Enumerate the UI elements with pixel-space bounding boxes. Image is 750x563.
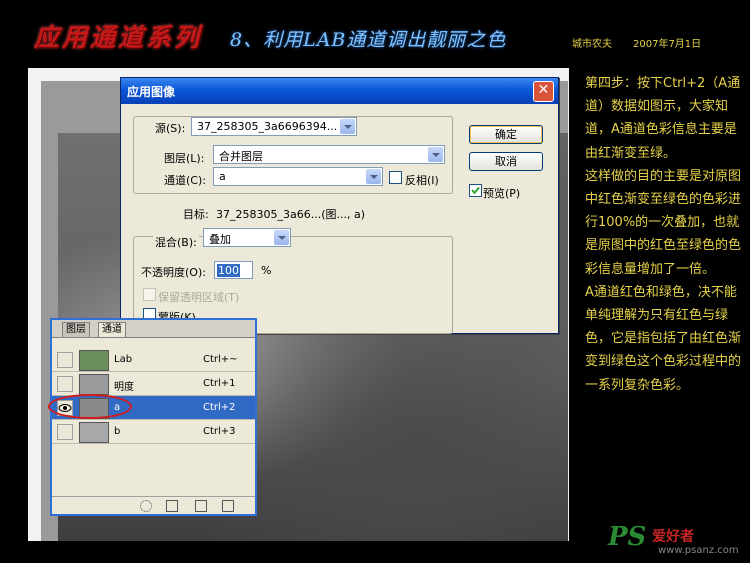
layer-value: 合并图层: [219, 150, 263, 163]
site-name: 爱好者: [652, 529, 694, 545]
explanation-text: 第四步：按下Ctrl+2（A通道）数据如图示，大家知道，A通道色彩信息主要是由红…: [585, 72, 745, 397]
opacity-label: 不透明度(O):: [141, 266, 206, 279]
publish-date: 2007年7月1日: [633, 39, 702, 50]
channel-label: 通道(C):: [164, 174, 206, 187]
chevron-down-icon: [366, 169, 381, 184]
invert-label: 反相(I): [405, 174, 439, 187]
channel-name: Lab: [114, 354, 133, 365]
visibility-toggle[interactable]: [57, 424, 73, 440]
site-logo: PS: [608, 522, 647, 552]
panel-tabs: 图层 通道: [52, 320, 255, 338]
step-paragraph-2: 这样做的目的主要是对原图中红色渐变至绿色的色彩进行100%的一次叠加，也就是原图…: [585, 168, 742, 277]
channel-row-b[interactable]: b Ctrl+3: [52, 420, 255, 444]
series-title: 应用通道系列: [34, 23, 203, 52]
channel-shortcut: Ctrl+2: [203, 402, 236, 413]
channel-thumbnail: [79, 422, 109, 443]
channel-value: a: [219, 170, 226, 183]
tab-layers[interactable]: 图层: [62, 322, 90, 337]
source-value: 37_258305_3a6696394...: [197, 120, 338, 133]
step-paragraph-3: A通道红色和绿色，决不能单纯理解为只有红色与绿色，它是指包括了由红色渐变到绿色这…: [585, 284, 742, 393]
preview-label: 预览(P): [483, 187, 521, 200]
channel-shortcut: Ctrl+1: [203, 378, 236, 389]
opacity-input[interactable]: 100: [214, 261, 253, 279]
channel-name: b: [114, 426, 121, 437]
channel-select[interactable]: a: [213, 167, 383, 186]
channel-shortcut: Ctrl+~: [203, 354, 238, 365]
visibility-toggle[interactable]: [57, 352, 73, 368]
checkmark-icon: [471, 186, 480, 195]
blending-select[interactable]: 叠加: [203, 228, 291, 247]
chevron-down-icon: [340, 119, 355, 134]
step-paragraph-1: 第四步：按下Ctrl+2（A通道）数据如图示，大家知道，A通道色彩信息主要是由红…: [585, 76, 741, 161]
apply-image-dialog: 应用图像 ✕ 源(S): 37_258305_3a6696394... 图层(L…: [120, 77, 559, 334]
tab-channels[interactable]: 通道: [98, 322, 126, 337]
tutorial-title: 8、利用LAB通道调出靓丽之色: [230, 29, 507, 51]
channel-row-lab[interactable]: Lab Ctrl+~: [52, 348, 255, 372]
channel-thumbnail: [79, 374, 109, 395]
source-label: 源(S):: [155, 122, 186, 135]
channel-shortcut: Ctrl+3: [203, 426, 236, 437]
layer-label: 图层(L):: [164, 152, 205, 165]
channel-thumbnail: [79, 350, 109, 371]
target-value: 37_258305_3a66...(图..., a): [216, 208, 366, 221]
visibility-toggle[interactable]: [57, 376, 73, 392]
panel-footer: [52, 496, 255, 514]
blending-value: 叠加: [209, 233, 231, 246]
invert-checkbox[interactable]: [389, 171, 402, 184]
channel-row-lightness[interactable]: 明度 Ctrl+1: [52, 372, 255, 396]
preview-checkbox[interactable]: [469, 184, 482, 197]
author-name: 城市农夫: [572, 39, 612, 50]
site-url: www.psanz.com: [658, 545, 739, 556]
dialog-title: 应用图像: [127, 85, 176, 99]
opacity-unit: %: [261, 264, 272, 277]
chevron-down-icon: [428, 147, 443, 162]
target-label: 目标:: [183, 208, 209, 221]
trash-icon[interactable]: [222, 500, 234, 512]
blending-label: 混合(B):: [153, 234, 199, 250]
highlight-circle: [48, 394, 132, 419]
new-channel-icon[interactable]: [195, 500, 207, 512]
preserve-transparency-checkbox: [143, 288, 156, 301]
opacity-value: 100: [217, 264, 240, 277]
ok-button[interactable]: 确定: [469, 125, 543, 144]
layer-select[interactable]: 合并图层: [213, 145, 445, 164]
channel-name: 明度: [114, 382, 134, 393]
load-selection-icon[interactable]: [140, 500, 152, 512]
cancel-button[interactable]: 取消: [469, 152, 543, 171]
chevron-down-icon: [274, 230, 289, 245]
close-icon[interactable]: ✕: [533, 81, 554, 102]
dialog-titlebar[interactable]: 应用图像 ✕: [121, 78, 558, 104]
source-select[interactable]: 37_258305_3a6696394...: [191, 117, 357, 136]
preserve-transparency-label: 保留透明区域(T): [158, 291, 240, 304]
save-selection-icon[interactable]: [166, 500, 178, 512]
